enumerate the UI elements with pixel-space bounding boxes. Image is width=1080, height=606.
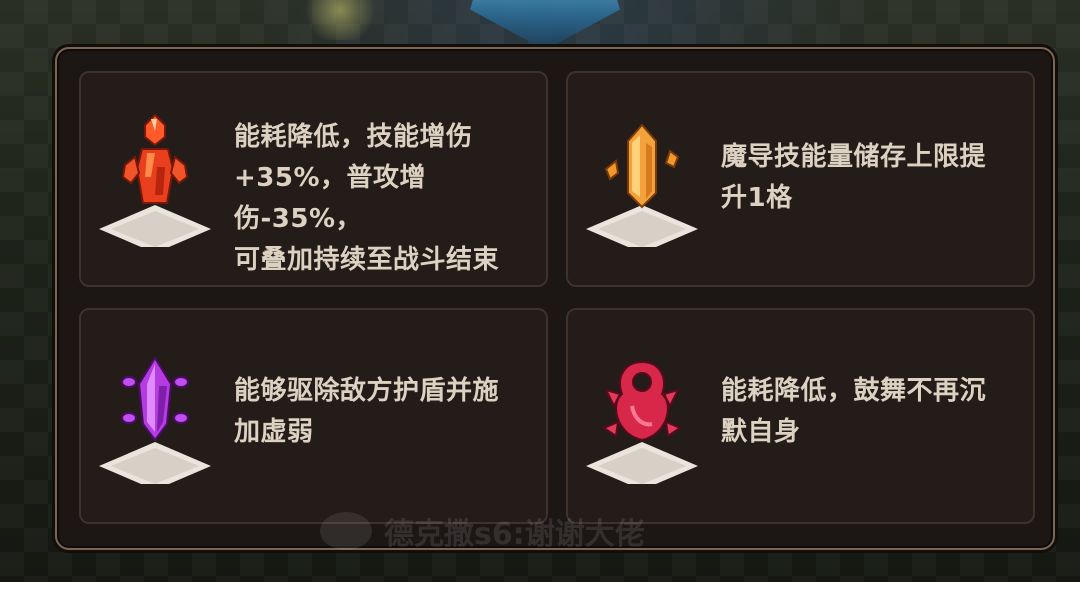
relic-description: 能耗降低，技能增伤 +35%，普攻增伤-35%， 可叠加持续至战斗结束: [234, 122, 500, 275]
relic-description: 能耗降低，鼓舞不再沉 默自身: [721, 376, 987, 447]
watermark-text: 德克撒s6:谢谢大佬: [384, 517, 645, 552]
crimson-orb-icon: [582, 344, 702, 484]
relic-description: 魔导技能量储存上限提 升1格: [721, 142, 987, 213]
relic-card-red[interactable]: 能耗降低，技能增伤 +35%，普攻增伤-35%， 可叠加持续至战斗结束: [79, 71, 548, 287]
relic-card-orange[interactable]: 魔导技能量储存上限提 升1格: [566, 71, 1035, 287]
relic-description: 能够驱除敌方护盾并施 加虚弱: [234, 376, 500, 447]
watermark: 德克撒s6:谢谢大佬: [320, 506, 780, 556]
game-scene-background: 能耗降低，技能增伤 +35%，普攻增伤-35%， 可叠加持续至战斗结束 魔导技能…: [0, 0, 1080, 582]
chat-bubble-icon: [320, 512, 372, 550]
relic-card-crimson[interactable]: 能耗降低，鼓舞不再沉 默自身: [566, 308, 1035, 524]
purple-crystal-icon: [95, 344, 215, 484]
background-glow: [300, 0, 380, 40]
relic-info-panel: 能耗降低，技能增伤 +35%，普攻增伤-35%， 可叠加持续至战斗结束 魔导技能…: [55, 47, 1055, 552]
relic-card-purple[interactable]: 能够驱除敌方护盾并施 加虚弱: [79, 308, 548, 524]
red-crystal-totem-icon: [95, 107, 215, 247]
orange-crystal-icon: [582, 107, 702, 247]
